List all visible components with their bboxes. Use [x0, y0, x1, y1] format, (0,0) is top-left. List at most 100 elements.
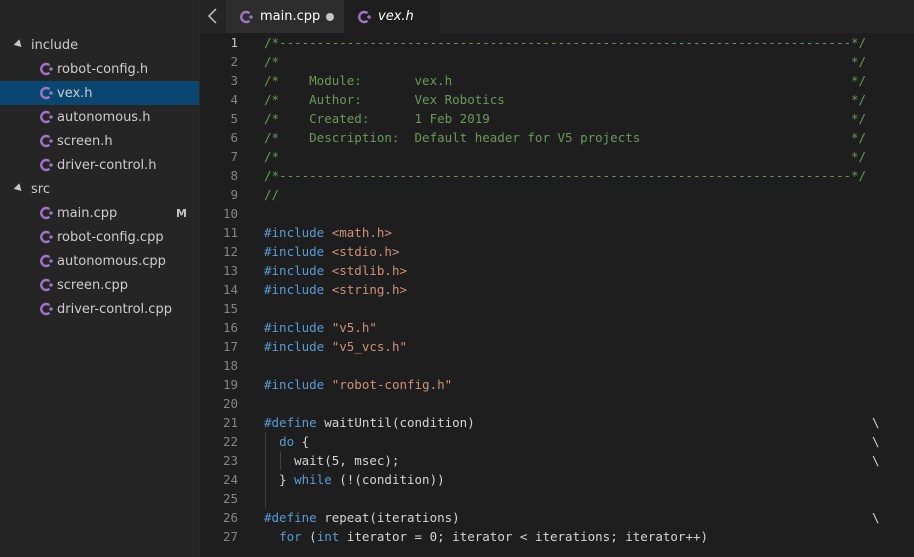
editor-tab-bar: main.cpp vex.h — [200, 0, 914, 33]
code-editor[interactable]: 1 /*-------------------------------------… — [200, 33, 914, 557]
code-line[interactable]: 26 #define repeat(iterations) \ — [200, 508, 914, 527]
code-line[interactable]: 4 /* Author: Vex Robotics */ — [200, 90, 914, 109]
tree-item-label: robot-config.cpp — [57, 229, 164, 245]
line-number: 3 — [230, 73, 238, 88]
code-line[interactable]: 17 #include "v5_vcs.h" — [200, 337, 914, 356]
code-line[interactable]: 2 /* */ — [200, 52, 914, 71]
code-line[interactable]: 14 #include <string.h> — [200, 280, 914, 299]
line-number: 16 — [222, 320, 238, 335]
code-line[interactable]: 16 #include "v5.h" — [200, 318, 914, 337]
code-token: #include — [264, 244, 332, 259]
file-item[interactable]: autonomous.cpp — [0, 249, 199, 273]
code-line[interactable]: 27 for (int iterator = 0; iterator < ite… — [200, 527, 914, 546]
code-line[interactable]: 12 #include <stdio.h> — [200, 242, 914, 261]
cpp-file-icon — [40, 62, 53, 76]
tree-item-label: robot-config.h — [57, 61, 149, 77]
cpp-file-icon — [40, 158, 53, 172]
code-token: { — [294, 434, 310, 449]
code-token: "v5_vcs.h" — [331, 339, 407, 354]
line-number: 21 — [222, 415, 238, 430]
tree-item-label: autonomous.cpp — [57, 253, 166, 269]
file-item[interactable]: vex.h — [0, 81, 199, 105]
file-item[interactable]: robot-config.h — [0, 57, 199, 81]
code-line[interactable]: 13 #include <stdlib.h> — [200, 261, 914, 280]
line-continuation: \ — [872, 453, 880, 468]
line-continuation: \ — [872, 510, 880, 525]
code-line[interactable]: 20 — [200, 394, 914, 413]
code-token: <stdlib.h> — [331, 263, 407, 278]
code-token: /* */ — [264, 149, 867, 164]
code-token: (!(condition)) — [331, 472, 445, 487]
file-item[interactable]: screen.cpp — [0, 273, 199, 297]
code-line[interactable]: 23 wait(5, msec); \ — [200, 451, 914, 470]
tree-item-label: screen.h — [57, 133, 113, 149]
chevron-down-icon[interactable] — [13, 39, 25, 50]
code-text: /*--------------------------------------… — [264, 166, 866, 185]
code-line[interactable]: 15 — [200, 299, 914, 318]
chevron-left-icon[interactable] — [206, 8, 220, 24]
file-item[interactable]: robot-config.cpp — [0, 225, 199, 249]
code-line[interactable]: 18 — [200, 356, 914, 375]
code-text: #include <string.h> — [264, 280, 407, 299]
code-line[interactable]: 24 } while (!(condition)) — [200, 470, 914, 489]
code-line[interactable]: 7 /* */ — [200, 147, 914, 166]
code-token: // — [264, 187, 280, 202]
code-text: } while (!(condition)) — [264, 470, 445, 489]
file-item[interactable]: screen.h — [0, 129, 199, 153]
code-line[interactable]: 10 — [200, 204, 914, 223]
line-number: 15 — [222, 301, 238, 316]
code-line[interactable]: 1 /*-------------------------------------… — [200, 33, 914, 52]
tree-item-label: vex.h — [57, 85, 93, 101]
code-text: wait(5, msec); — [264, 451, 399, 470]
code-line[interactable]: 11 #include <math.h> — [200, 223, 914, 242]
code-text: #include <stdlib.h> — [264, 261, 407, 280]
line-number: 9 — [230, 187, 238, 202]
code-line[interactable]: 5 /* Created: 1 Feb 2019 */ — [200, 109, 914, 128]
tree-item-label: include — [31, 37, 79, 53]
line-continuation: \ — [872, 434, 880, 449]
code-token: #include — [264, 263, 332, 278]
code-token: /*--------------------------------------… — [264, 168, 867, 183]
file-item[interactable]: driver-control.h — [0, 153, 199, 177]
file-item[interactable]: autonomous.h — [0, 105, 199, 129]
code-token: /* Description: Default header for V5 pr… — [264, 130, 867, 145]
code-line[interactable]: 22 do {\ — [200, 432, 914, 451]
code-text: /* Author: Vex Robotics */ — [264, 90, 866, 109]
line-number: 18 — [222, 358, 238, 373]
line-number: 6 — [230, 130, 238, 145]
code-token: repeat(iterations) — [324, 510, 460, 525]
cpp-file-icon — [358, 10, 371, 24]
folder-item[interactable]: include — [0, 33, 199, 57]
tab-main-cpp[interactable]: main.cpp — [226, 0, 344, 33]
line-number: 8 — [230, 168, 238, 183]
code-token: "v5.h" — [331, 320, 377, 335]
line-number: 14 — [222, 282, 238, 297]
cpp-file-icon — [40, 254, 53, 268]
code-line[interactable]: 25 — [200, 489, 914, 508]
code-line[interactable]: 8 /*-------------------------------------… — [200, 166, 914, 185]
file-item[interactable]: driver-control.cpp — [0, 297, 199, 321]
code-token: int — [316, 529, 340, 544]
code-token: } — [264, 472, 295, 487]
cpp-file-icon — [240, 10, 253, 24]
code-line[interactable]: 9 // — [200, 185, 914, 204]
code-line[interactable]: 6 /* Description: Default header for V5 p… — [200, 128, 914, 147]
folder-item[interactable]: src — [0, 177, 199, 201]
code-token: <math.h> — [331, 225, 392, 240]
code-token: #define — [264, 510, 325, 525]
cpp-file-icon — [40, 230, 53, 244]
code-line[interactable]: 21 #define waitUntil(condition) \ — [200, 413, 914, 432]
code-line[interactable]: 19 #include "robot-config.h" — [200, 375, 914, 394]
code-line[interactable]: 3 /* Module: vex.h */ — [200, 71, 914, 90]
code-token: /* */ — [264, 54, 867, 69]
chevron-down-icon[interactable] — [13, 183, 25, 194]
code-text: for (int iterator = 0; iterator < iterat… — [264, 527, 708, 546]
unsaved-dot-icon[interactable] — [326, 13, 334, 21]
git-status-badge: M — [176, 206, 187, 220]
code-text: /* Created: 1 Feb 2019 */ — [264, 109, 866, 128]
file-item[interactable]: main.cpp M — [0, 201, 199, 225]
code-token: <string.h> — [331, 282, 407, 297]
tab-label: vex.h — [378, 9, 414, 24]
tab-vex-h[interactable]: vex.h — [344, 0, 440, 33]
